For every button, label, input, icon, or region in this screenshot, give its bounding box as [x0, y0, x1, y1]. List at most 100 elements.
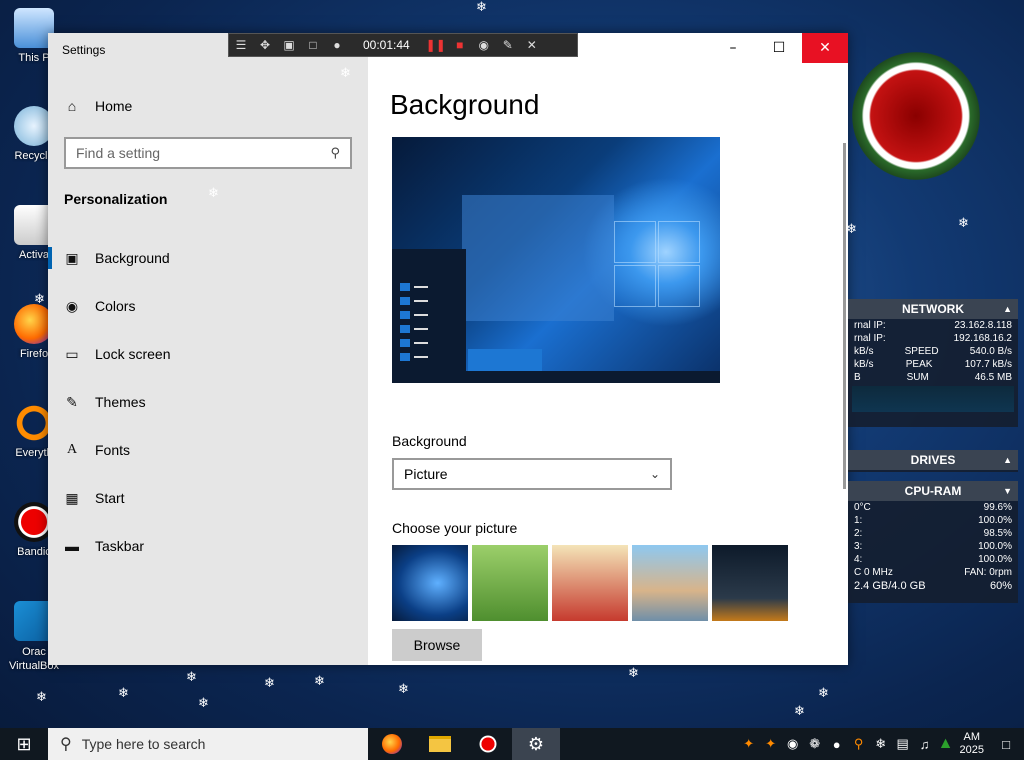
- snowflake-icon: ❄: [118, 686, 129, 701]
- search-icon: ⚲: [60, 736, 72, 753]
- thumbnail-night-sky[interactable]: [712, 545, 788, 621]
- home-icon: ⌂: [67, 98, 77, 114]
- collapse-up-icon[interactable]: ▲: [1003, 299, 1012, 319]
- network-row: kB/s PEAK 107.7 kB/s: [854, 359, 1012, 370]
- drop-icon[interactable]: ●: [325, 33, 349, 57]
- minimize-button[interactable]: –: [710, 33, 756, 63]
- thumbnail-beach[interactable]: [632, 545, 708, 621]
- browse-button[interactable]: Browse: [392, 629, 482, 661]
- nav-item-background[interactable]: ▣ Background: [48, 241, 364, 275]
- speaker-icon[interactable]: ♫: [914, 737, 936, 752]
- network-row: B SUM 46.5 MB: [854, 372, 1012, 383]
- snowflake-icon: ❄: [846, 222, 857, 237]
- lock-screen-icon: ▭: [65, 345, 79, 362]
- cpu-row: 0°C 99.6%: [854, 502, 1012, 513]
- thumbnail-cartoon-1[interactable]: [472, 545, 548, 621]
- network-row: rnal IP: 192.168.16.2: [854, 333, 1012, 344]
- preview-tiles: [468, 349, 542, 371]
- taskbar-search-placeholder: Type here to search: [81, 736, 206, 752]
- choose-picture-label: Choose your picture: [392, 520, 518, 536]
- cpu-ram-gadget: CPU-RAM ▼ 0°C 99.6% 1: 100.0% 2: 98.5% 3: 100…: [848, 481, 1018, 603]
- stop-icon[interactable]: ■: [448, 33, 472, 57]
- recorder-tray-icon[interactable]: ◉: [782, 736, 804, 752]
- menu-icon[interactable]: ☰: [229, 33, 253, 57]
- nav-item-label: Fonts: [95, 442, 131, 458]
- ram-row: 2.4 GB/4.0 GB 60%: [854, 580, 1012, 592]
- folder-icon: [429, 736, 451, 752]
- nav-item-colors[interactable]: ◉ Colors: [64, 289, 364, 323]
- network-icon[interactable]: ▤: [892, 736, 914, 752]
- bat-icon[interactable]: ✦: [738, 736, 760, 752]
- maximize-button[interactable]: ☐: [756, 33, 802, 63]
- close-icon[interactable]: ✕: [520, 33, 544, 57]
- resize-icon[interactable]: □: [301, 33, 325, 57]
- notification-icon[interactable]: □: [988, 737, 1024, 752]
- taskbar-search[interactable]: ⚲ Type here to search: [48, 728, 368, 760]
- paw-icon[interactable]: ❁: [804, 736, 826, 752]
- snowflake-icon: ❄: [818, 686, 829, 701]
- taskbar-icon: ▬: [65, 538, 79, 554]
- nav-item-label: Lock screen: [95, 346, 171, 362]
- search-icon: ⚲: [330, 145, 340, 161]
- expand-down-icon[interactable]: ▼: [1003, 481, 1012, 501]
- start-button[interactable]: ⊞: [0, 728, 48, 760]
- taskbar-app-explorer[interactable]: [416, 728, 464, 760]
- nav-item-fonts[interactable]: A Fonts: [64, 433, 364, 467]
- network-row: kB/s SPEED 540.0 B/s: [854, 346, 1012, 357]
- pause-icon[interactable]: ❚❚: [424, 33, 448, 57]
- network-graph: [852, 386, 1014, 412]
- christmas-clock-gadget[interactable]: [852, 52, 980, 180]
- christmas-tree-icon: ▲: [937, 735, 954, 752]
- nav-home-label: Home: [95, 98, 133, 114]
- preview-window: [462, 195, 614, 321]
- camera-icon[interactable]: ◉: [472, 33, 496, 57]
- thumbnail-windows-hero[interactable]: [392, 545, 468, 621]
- pen-icon[interactable]: ✎: [496, 33, 520, 57]
- nav-home[interactable]: ⌂ Home: [64, 89, 364, 123]
- nav-item-label: Taskbar: [95, 538, 145, 554]
- preview-taskbar: [392, 371, 720, 383]
- window-title: Settings: [62, 43, 106, 57]
- snowflake-tray-icon[interactable]: ❄: [870, 736, 892, 752]
- nav-item-lock-screen[interactable]: ▭ Lock screen: [64, 337, 364, 371]
- snowflake-icon: ❄: [264, 676, 275, 691]
- taskbar-app-firefox[interactable]: [368, 728, 416, 760]
- nav-item-themes[interactable]: ✎ Themes: [64, 385, 364, 419]
- nav-item-taskbar[interactable]: ▬ Taskbar: [64, 529, 364, 563]
- settings-window: Settings ⌂ Home ⚲ Personalization ▣ Back…: [48, 33, 848, 665]
- close-button[interactable]: ✕: [802, 33, 848, 63]
- cpu-core-row: 2: 98.5%: [854, 528, 1012, 539]
- find-setting-search[interactable]: ⚲: [64, 137, 352, 169]
- nav-item-label: Background: [95, 250, 170, 266]
- taskbar-app-settings[interactable]: ⚙: [512, 728, 560, 760]
- brush-icon: ✎: [66, 393, 78, 410]
- snowflake-icon: ❄: [34, 292, 45, 307]
- dropdown-value: Picture: [404, 466, 448, 482]
- collapse-up-icon[interactable]: ▲: [1003, 450, 1012, 470]
- region-icon[interactable]: ▣: [277, 33, 301, 57]
- preview-logo-pane: [658, 221, 700, 263]
- taskbar: ⊞ ⚲ Type here to search ⚙ ✦ ✦ ◉ ❁ ● ⚲ ❄ …: [0, 728, 1024, 760]
- taskbar-app-bandicam[interactable]: [464, 728, 512, 760]
- gear-icon: ⚙: [527, 733, 545, 755]
- taskbar-clock[interactable]: AM 2025: [956, 731, 988, 757]
- content-scrollbar[interactable]: [843, 143, 846, 489]
- nav-item-start[interactable]: ▦ Start: [64, 481, 364, 515]
- drop-icon[interactable]: ●: [826, 737, 848, 752]
- snowflake-icon: ❄: [186, 670, 197, 685]
- nav-item-label: Start: [95, 490, 125, 506]
- snowflake-icon: ❄: [36, 690, 47, 705]
- section-label: Personalization: [64, 191, 168, 207]
- picture-icon: ▣: [65, 249, 79, 266]
- page-title: Background: [390, 89, 540, 120]
- search-input[interactable]: [76, 145, 331, 161]
- background-preview: [392, 137, 720, 383]
- collapse-icon[interactable]: ✥: [253, 33, 277, 57]
- snowflake-icon: ❄: [198, 696, 209, 711]
- snowflake-icon: ❄: [398, 682, 409, 697]
- thumbnail-cartoon-2[interactable]: [552, 545, 628, 621]
- bat-icon[interactable]: ✦: [760, 736, 782, 752]
- magnifier-icon[interactable]: ⚲: [848, 736, 870, 752]
- snowflake-icon: ❄: [628, 666, 639, 681]
- background-type-dropdown[interactable]: Picture ⌄: [392, 458, 672, 490]
